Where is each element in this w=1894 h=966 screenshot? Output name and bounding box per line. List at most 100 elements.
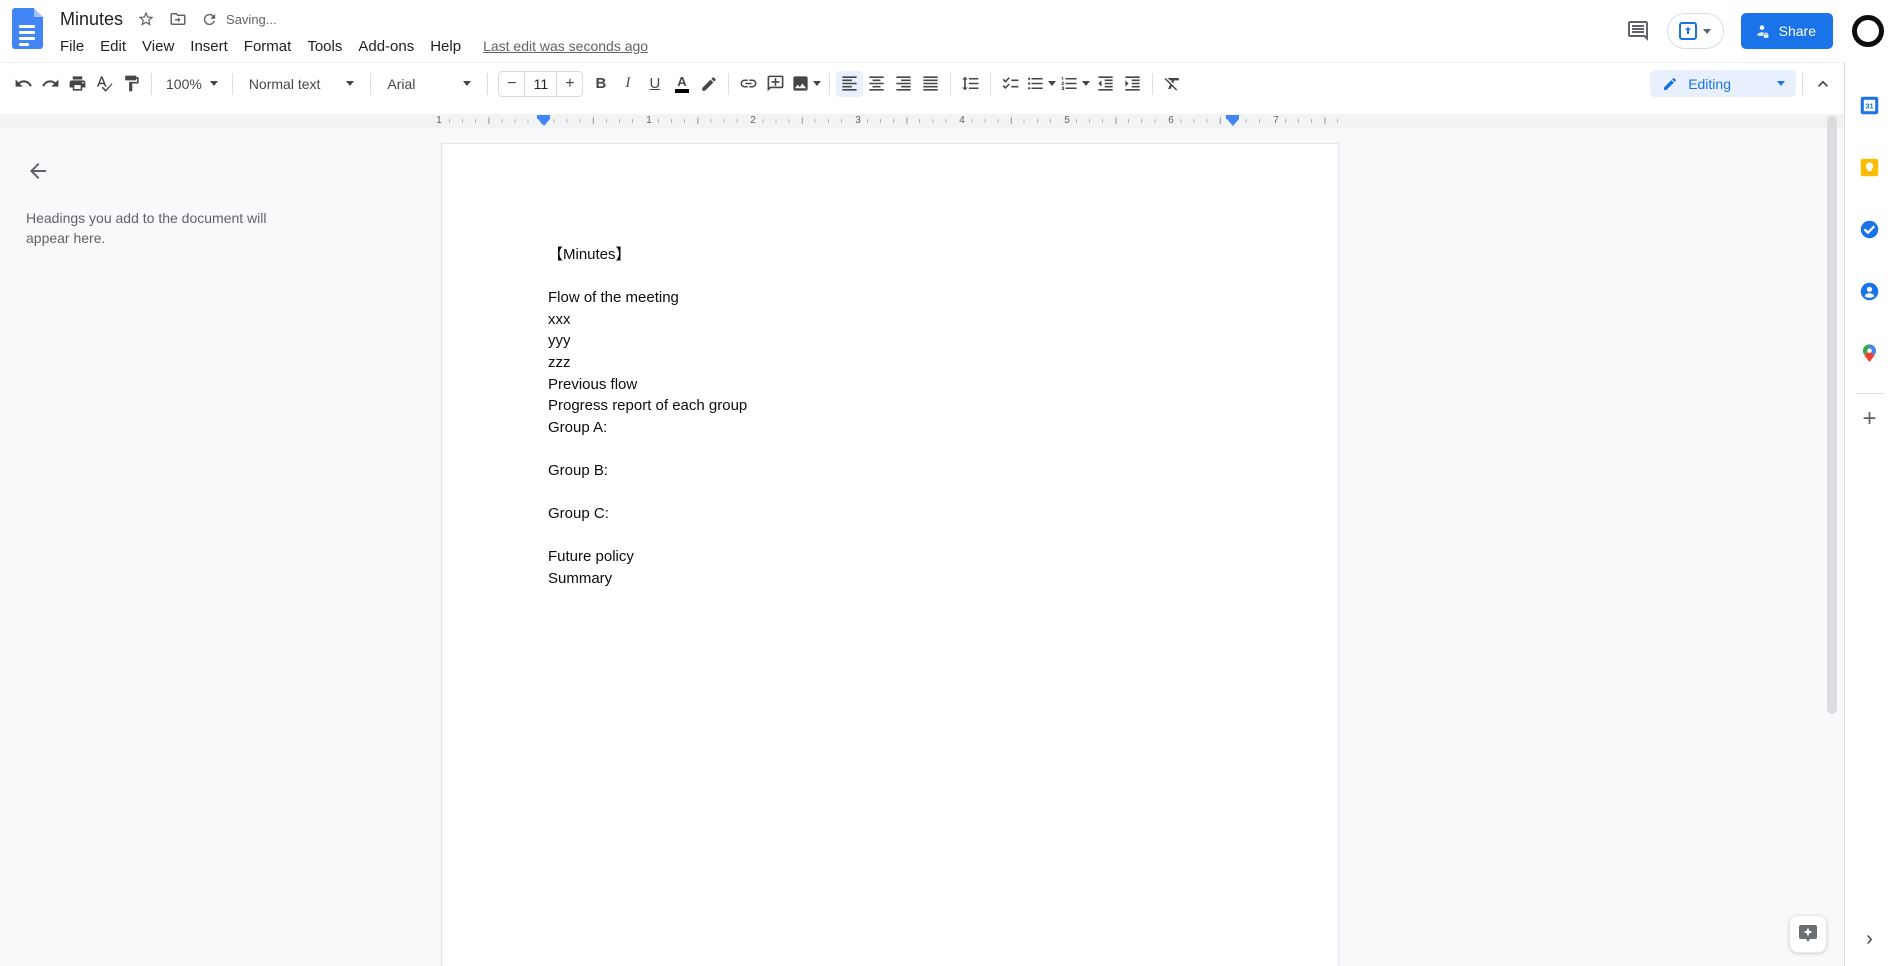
doc-line: Group C: [548, 505, 609, 523]
doc-title-input[interactable]: Minutes [60, 9, 123, 30]
header: Minutes Saving... File Edit View Insert … [0, 0, 1894, 62]
insert-link-button[interactable] [735, 71, 762, 97]
outline-hint-text: Headings you add to the document will ap… [26, 210, 267, 246]
menu-format[interactable]: Format [236, 35, 300, 58]
align-left-button[interactable] [836, 70, 864, 97]
doc-line: Summary [548, 569, 613, 587]
checklist-button[interactable] [997, 71, 1024, 97]
justify-button[interactable] [917, 71, 944, 97]
explore-button[interactable] [1789, 915, 1827, 953]
doc-line: zzz [548, 353, 571, 371]
doc-line: Previous flow [548, 375, 638, 393]
doc-line: Group B: [548, 461, 609, 479]
font-caret [463, 81, 472, 86]
share-button[interactable]: Share [1740, 13, 1833, 49]
doc-line: Flow of the meeting [548, 289, 679, 307]
account-avatar[interactable] [1852, 15, 1884, 47]
menu-tools[interactable]: Tools [299, 35, 350, 58]
image-caret [813, 81, 822, 86]
google-calendar-icon[interactable]: 31 [1859, 95, 1880, 116]
style-caret [346, 81, 355, 86]
menu-addons[interactable]: Add-ons [350, 35, 422, 58]
font-select[interactable]: Arial [377, 71, 481, 97]
paragraph-style-value: Normal text [248, 75, 321, 92]
google-keep-icon[interactable] [1859, 157, 1880, 178]
menu-view[interactable]: View [134, 35, 182, 58]
upload-button[interactable] [1666, 13, 1724, 49]
doc-line [548, 482, 1248, 504]
doc-line [548, 266, 1248, 288]
align-right-button[interactable] [890, 71, 917, 97]
ruler-band: 1 1 2 3 4 5 6 7 [0, 114, 1844, 128]
ruler[interactable]: 1 1 2 3 4 5 6 7 [0, 108, 1844, 128]
docs-logo-icon[interactable] [12, 8, 43, 49]
docs-logo-fold [34, 8, 43, 17]
last-edit-link[interactable]: Last edit was seconds ago [483, 38, 648, 54]
close-outline-button[interactable] [20, 158, 46, 184]
menu-file[interactable]: File [52, 35, 92, 58]
numbered-list-caret [1082, 81, 1091, 86]
sync-saving-icon [201, 10, 219, 28]
line-spacing-button[interactable] [957, 71, 984, 97]
right-indent-marker[interactable] [1226, 115, 1239, 126]
redo-button[interactable] [37, 71, 64, 97]
side-panel-divider [1855, 393, 1884, 394]
google-maps-icon[interactable] [1859, 343, 1880, 364]
google-tasks-icon[interactable] [1859, 219, 1880, 240]
ruler-number: 4 [956, 115, 968, 127]
font-size-input[interactable]: 11 [524, 71, 558, 96]
font-size-decrease-button[interactable]: − [499, 72, 524, 96]
star-icon[interactable] [137, 10, 155, 28]
doc-line: xxx [548, 310, 571, 328]
paint-format-button[interactable] [118, 71, 145, 97]
underline-button[interactable]: U [641, 71, 668, 97]
align-center-button[interactable] [863, 71, 890, 97]
spellcheck-button[interactable] [91, 71, 118, 97]
bold-button[interactable]: B [587, 71, 614, 97]
editing-pencil-icon [1664, 77, 1677, 90]
explore-star-icon [1799, 925, 1817, 942]
expand-side-panel-button[interactable]: › [1845, 927, 1894, 952]
document-text: 【Minutes】 Flow of the meeting xxx yyy zz… [548, 244, 1248, 590]
document-page[interactable]: 【Minutes】 Flow of the meeting xxx yyy zz… [441, 143, 1339, 966]
undo-button[interactable] [10, 71, 37, 97]
italic-button[interactable]: I [614, 71, 641, 97]
ruler-number: 2 [747, 115, 759, 127]
companion-side-panel: 31 + › [1844, 62, 1894, 966]
paragraph-style-select[interactable]: Normal text [239, 71, 365, 97]
numbered-list-button[interactable] [1058, 71, 1092, 97]
font-size-increase-button[interactable]: + [557, 72, 582, 96]
back-arrow-icon [30, 163, 46, 179]
editing-mode-button[interactable]: Editing [1650, 70, 1796, 97]
zoom-select[interactable]: 100% [158, 71, 226, 97]
toolbar: 100% Normal text Arial − 11 + B I U A Ed… [0, 62, 1844, 108]
document-canvas: Headings you add to the document will ap… [0, 128, 1844, 966]
doc-line: Progress report of each group [548, 397, 748, 415]
left-indent-marker[interactable] [537, 115, 550, 126]
get-addons-button[interactable]: + [1856, 406, 1882, 432]
insert-image-button[interactable] [789, 71, 823, 97]
google-contacts-icon[interactable] [1859, 281, 1880, 302]
comment-history-icon[interactable] [1626, 19, 1650, 43]
upload-dropdown-caret [1703, 28, 1712, 34]
google-docs-app: Minutes Saving... File Edit View Insert … [0, 0, 1894, 966]
upload-arrow-icon [1679, 22, 1698, 40]
doc-line: yyy [548, 332, 571, 350]
hide-menus-button[interactable] [1809, 71, 1836, 97]
add-comment-button[interactable] [762, 71, 789, 97]
doc-line [548, 438, 1248, 460]
decrease-indent-button[interactable] [1092, 71, 1119, 97]
bulleted-list-button[interactable] [1024, 71, 1058, 97]
menu-help[interactable]: Help [422, 35, 469, 58]
menu-edit[interactable]: Edit [92, 35, 134, 58]
highlight-color-button[interactable] [695, 71, 722, 97]
menu-bar: File Edit View Insert Format Tools Add-o… [52, 32, 648, 60]
clear-formatting-button[interactable] [1159, 71, 1186, 97]
print-button[interactable] [64, 71, 91, 97]
share-label: Share [1778, 23, 1816, 39]
text-color-button[interactable]: A [668, 71, 695, 97]
menu-insert[interactable]: Insert [182, 35, 236, 58]
move-folder-icon[interactable] [169, 10, 187, 28]
vertical-scrollbar[interactable] [1827, 116, 1837, 714]
increase-indent-button[interactable] [1119, 71, 1146, 97]
